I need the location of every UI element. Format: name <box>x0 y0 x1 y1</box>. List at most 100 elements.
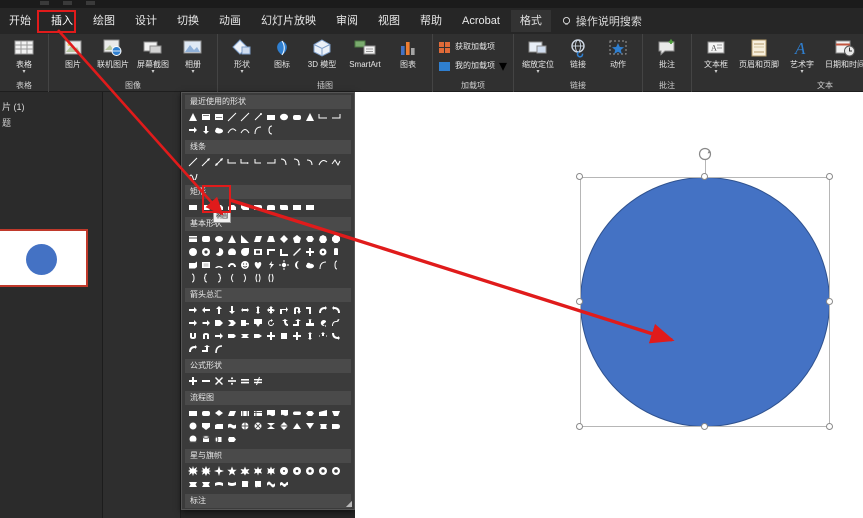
shape-down-arrow[interactable] <box>200 124 212 136</box>
shape-horizontal-scroll[interactable] <box>252 478 264 490</box>
shape-arrow-uturn[interactable] <box>291 304 303 316</box>
shape-fc-direct-access[interactable] <box>213 433 225 445</box>
shape-arrow-s[interactable] <box>330 317 342 329</box>
shape-basic-bevel[interactable] <box>200 259 212 271</box>
shape-arrow-bent[interactable] <box>278 304 290 316</box>
ribbon-button-textbox[interactable]: A 文本框 ▾ <box>696 36 736 75</box>
tab-design[interactable]: 设计 <box>126 10 166 32</box>
qat-undo-icon[interactable] <box>63 1 72 5</box>
shape-arrow-curved[interactable] <box>317 304 329 316</box>
ribbon-button-photo-album[interactable]: 相册 ▾ <box>173 36 213 75</box>
ribbon-button-wordart[interactable]: A 艺术字 ▾ <box>782 36 822 75</box>
shape-curved-connector-double[interactable] <box>304 156 316 168</box>
shape-curve-free[interactable] <box>317 156 329 168</box>
shape-rect-round-diag[interactable] <box>278 201 290 213</box>
shape-basic-diagonal-stripe[interactable] <box>291 246 303 258</box>
tab-help[interactable]: 帮助 <box>411 10 451 32</box>
shape-connector-elbow-arrow[interactable] <box>239 156 251 168</box>
shape-arrow-ribbon[interactable] <box>239 330 251 342</box>
shape-fc-offpage[interactable] <box>200 420 212 432</box>
chevron-down-icon[interactable]: ▾ <box>499 56 507 76</box>
shape-basic-sun[interactable] <box>278 259 290 271</box>
shape-arrow-ud[interactable] <box>252 304 264 316</box>
shape-ribbon-curved-down[interactable] <box>226 478 238 490</box>
handle-middle-right[interactable] <box>826 298 833 305</box>
chevron-down-icon[interactable]: ▾ <box>151 69 154 75</box>
shape-arc[interactable] <box>239 124 251 136</box>
ribbon-button-chart[interactable]: 图表 <box>388 36 428 69</box>
shape-line-dot[interactable] <box>252 111 264 123</box>
shape-eq-multiply[interactable] <box>213 375 225 387</box>
shape-eq-plus[interactable] <box>187 375 199 387</box>
ribbon-button-online-picture[interactable]: 联机图片 <box>93 36 133 69</box>
shape-star-12[interactable] <box>291 465 303 477</box>
shape-arrow-lru[interactable] <box>317 330 329 342</box>
shapes-row-recent[interactable] <box>182 111 354 138</box>
shape-fc-document[interactable] <box>265 407 277 419</box>
shape-basic-heart[interactable] <box>252 259 264 271</box>
shape-basic-chord[interactable] <box>226 246 238 258</box>
ribbon-button-zoom[interactable]: 缩放定位 ▾ <box>518 36 558 75</box>
shape-textbox2[interactable] <box>213 111 225 123</box>
tell-me-search[interactable]: 操作说明搜索 <box>553 13 642 29</box>
shape-curved-connector-arrow[interactable] <box>291 156 303 168</box>
shape-eq-equal[interactable] <box>239 375 251 387</box>
shape-basic-bracket-l[interactable] <box>330 259 342 271</box>
shape-arrow-down-callout[interactable] <box>252 317 264 329</box>
shape-arrow-lr[interactable] <box>239 304 251 316</box>
shape-isoceles-triangle[interactable] <box>304 111 316 123</box>
shape-star-32[interactable] <box>330 465 342 477</box>
shape-rect-round1[interactable] <box>252 201 264 213</box>
tab-review[interactable]: 审阅 <box>327 10 367 32</box>
shapes-gallery-dropdown[interactable]: 最近使用的形状 线条 <box>181 92 355 510</box>
shape-fc-manual-input[interactable] <box>317 407 329 419</box>
shape-brace[interactable] <box>265 124 277 136</box>
shape-basic-triangle[interactable] <box>226 233 238 245</box>
chevron-down-icon[interactable]: ▾ <box>801 69 804 75</box>
shape-arrow-up[interactable] <box>213 304 225 316</box>
shape-arrow-c[interactable] <box>317 317 329 329</box>
shape-star-explosion1[interactable] <box>187 465 199 477</box>
shape-elbow-connector2[interactable] <box>330 111 342 123</box>
shape-line-plain[interactable] <box>187 156 199 168</box>
shape-arrow-chevron[interactable] <box>226 317 238 329</box>
ribbon-button-table[interactable]: 表格 ▾ <box>4 36 44 75</box>
shape-textbox[interactable] <box>200 111 212 123</box>
shape-eq-minus[interactable] <box>200 375 212 387</box>
shape-basic-heptagon[interactable] <box>317 233 329 245</box>
shape-star-6[interactable] <box>239 465 251 477</box>
shape-basic-can[interactable] <box>330 246 342 258</box>
shape-basic-pie[interactable] <box>213 246 225 258</box>
shape-cloud[interactable] <box>213 124 225 136</box>
tab-animations[interactable]: 动画 <box>210 10 250 32</box>
shape-star-explosion2[interactable] <box>200 465 212 477</box>
shape-basic-arc-open[interactable] <box>317 259 329 271</box>
shape-fc-merge[interactable] <box>304 420 316 432</box>
shape-arrow-curved2[interactable] <box>330 304 342 316</box>
shape-fc-stored-data[interactable] <box>317 420 329 432</box>
shapes-row-equation[interactable] <box>182 375 354 389</box>
shape-arrow-arc2[interactable] <box>213 343 225 355</box>
chevron-down-icon[interactable]: ▾ <box>715 69 718 75</box>
shape-arrow-bent2[interactable] <box>304 304 316 316</box>
shape-arrow-pent[interactable] <box>252 330 264 342</box>
rotation-handle-icon[interactable] <box>698 147 712 161</box>
tab-home[interactable]: 开始 <box>0 10 40 32</box>
shape-basic-brace-l[interactable] <box>200 272 212 284</box>
shape-basic-pentagon[interactable] <box>291 233 303 245</box>
shape-arrow-u[interactable] <box>187 330 199 342</box>
shape-fc-connector[interactable] <box>187 420 199 432</box>
shape-basic-paren-l[interactable] <box>226 272 238 284</box>
shape-elbow-connector[interactable] <box>317 111 329 123</box>
shape-basic-block-arc[interactable] <box>226 259 238 271</box>
shape-arrow-dash[interactable] <box>213 330 225 342</box>
shape-basic-paren-r[interactable] <box>239 272 251 284</box>
shape-basic-arc-seg[interactable] <box>213 259 225 271</box>
shape-arc2[interactable] <box>252 124 264 136</box>
ribbon-button-date-time[interactable]: 日期和时间 <box>822 36 863 69</box>
shape-triangle[interactable] <box>187 111 199 123</box>
handle-bottom-right[interactable] <box>826 423 833 430</box>
shape-fc-data[interactable] <box>226 407 238 419</box>
shape-rectangle[interactable] <box>265 111 277 123</box>
shape-basic-oval[interactable] <box>213 233 225 245</box>
